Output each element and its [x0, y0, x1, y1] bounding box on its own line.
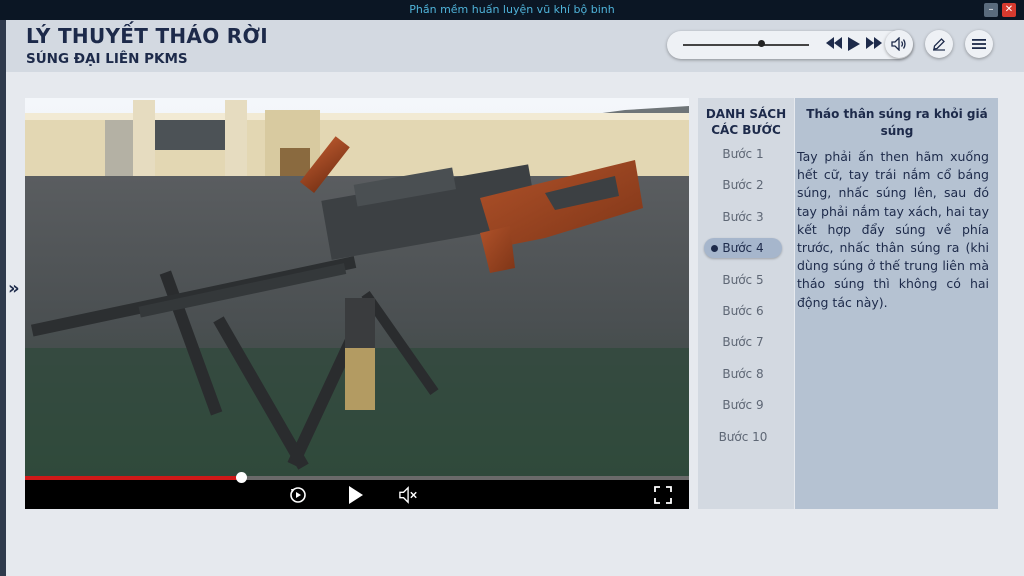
step-label: Bước 10 — [718, 429, 768, 444]
weapon-3d-scene — [25, 98, 689, 476]
window-title: Phần mềm huấn luyện vũ khí bộ binh — [409, 3, 615, 16]
step-item[interactable]: Bước 5 — [704, 270, 782, 290]
play-icon[interactable] — [848, 37, 860, 56]
video-play-icon[interactable] — [346, 485, 366, 505]
window-titlebar: Phần mềm huấn luyện vũ khí bộ binh – ✕ — [0, 0, 1024, 20]
mute-icon[interactable] — [399, 485, 419, 505]
step-item[interactable]: Bước 8 — [704, 364, 782, 384]
step-item[interactable]: Bước 9 — [704, 395, 782, 415]
active-step-dot-icon — [711, 245, 718, 253]
step-item[interactable]: Bước 6 — [704, 301, 782, 321]
step-item[interactable]: Bước 7 — [704, 332, 782, 352]
step-title: Tháo thân súng ra khỏi giá súng — [806, 107, 988, 138]
step-label: Bước 3 — [722, 209, 764, 224]
steps-panel: DANH SÁCH CÁC BƯỚC Bước 1 Bước 2 Bước 3 Bướ… — [698, 98, 794, 509]
step-item[interactable]: Bước 3 — [704, 207, 782, 227]
step-label: Bước 4 — [722, 241, 764, 256]
step-label: Bước 5 — [722, 272, 764, 287]
fast-forward-icon[interactable] — [866, 37, 882, 54]
fullscreen-icon[interactable] — [653, 485, 673, 505]
speaker-icon[interactable] — [885, 30, 913, 58]
step-label: Bước 7 — [722, 335, 764, 350]
step-label: Bước 2 — [722, 178, 764, 193]
step-item[interactable]: Bước 1 — [704, 144, 782, 164]
page-header: LÝ THUYẾT THÁO RỜI SÚNG ĐẠI LIÊN PKMS — [6, 20, 1024, 72]
description-panel: Tháo thân súng ra khỏi giá súng Tay phải… — [795, 98, 998, 509]
page-title: LÝ THUYẾT THÁO RỜI — [26, 24, 268, 48]
close-icon[interactable]: ✕ — [1002, 3, 1016, 17]
step-item[interactable]: Bước 10 — [704, 427, 782, 447]
step-label: Bước 6 — [722, 304, 764, 318]
video-progress-knob[interactable] — [235, 472, 247, 483]
minimize-icon[interactable]: – — [984, 3, 998, 17]
video-progress-fill — [25, 476, 241, 480]
video-player[interactable] — [25, 98, 689, 509]
step-label: Bước 8 — [722, 366, 764, 381]
edit-icon[interactable] — [925, 30, 953, 58]
step-item[interactable]: Bước 2 — [704, 175, 782, 195]
step-label: Bước 9 — [722, 398, 764, 413]
page-subtitle: SÚNG ĐẠI LIÊN PKMS — [26, 51, 188, 67]
step-label: Bước 1 — [722, 147, 764, 161]
replay-icon[interactable] — [288, 485, 308, 505]
step-description: Tay phải ấn then hãm xuống hết cữ, tay t… — [797, 149, 989, 310]
menu-icon[interactable] — [965, 30, 993, 58]
steps-title: DANH SÁCH CÁC BƯỚC — [705, 107, 787, 137]
left-edge-strip — [0, 20, 6, 576]
volume-slider[interactable] — [683, 44, 809, 46]
expand-sidebar-icon[interactable]: » — [8, 278, 20, 299]
rewind-icon[interactable] — [826, 37, 842, 54]
step-item[interactable]: Bước 4 — [704, 238, 782, 259]
audio-player — [667, 31, 913, 59]
